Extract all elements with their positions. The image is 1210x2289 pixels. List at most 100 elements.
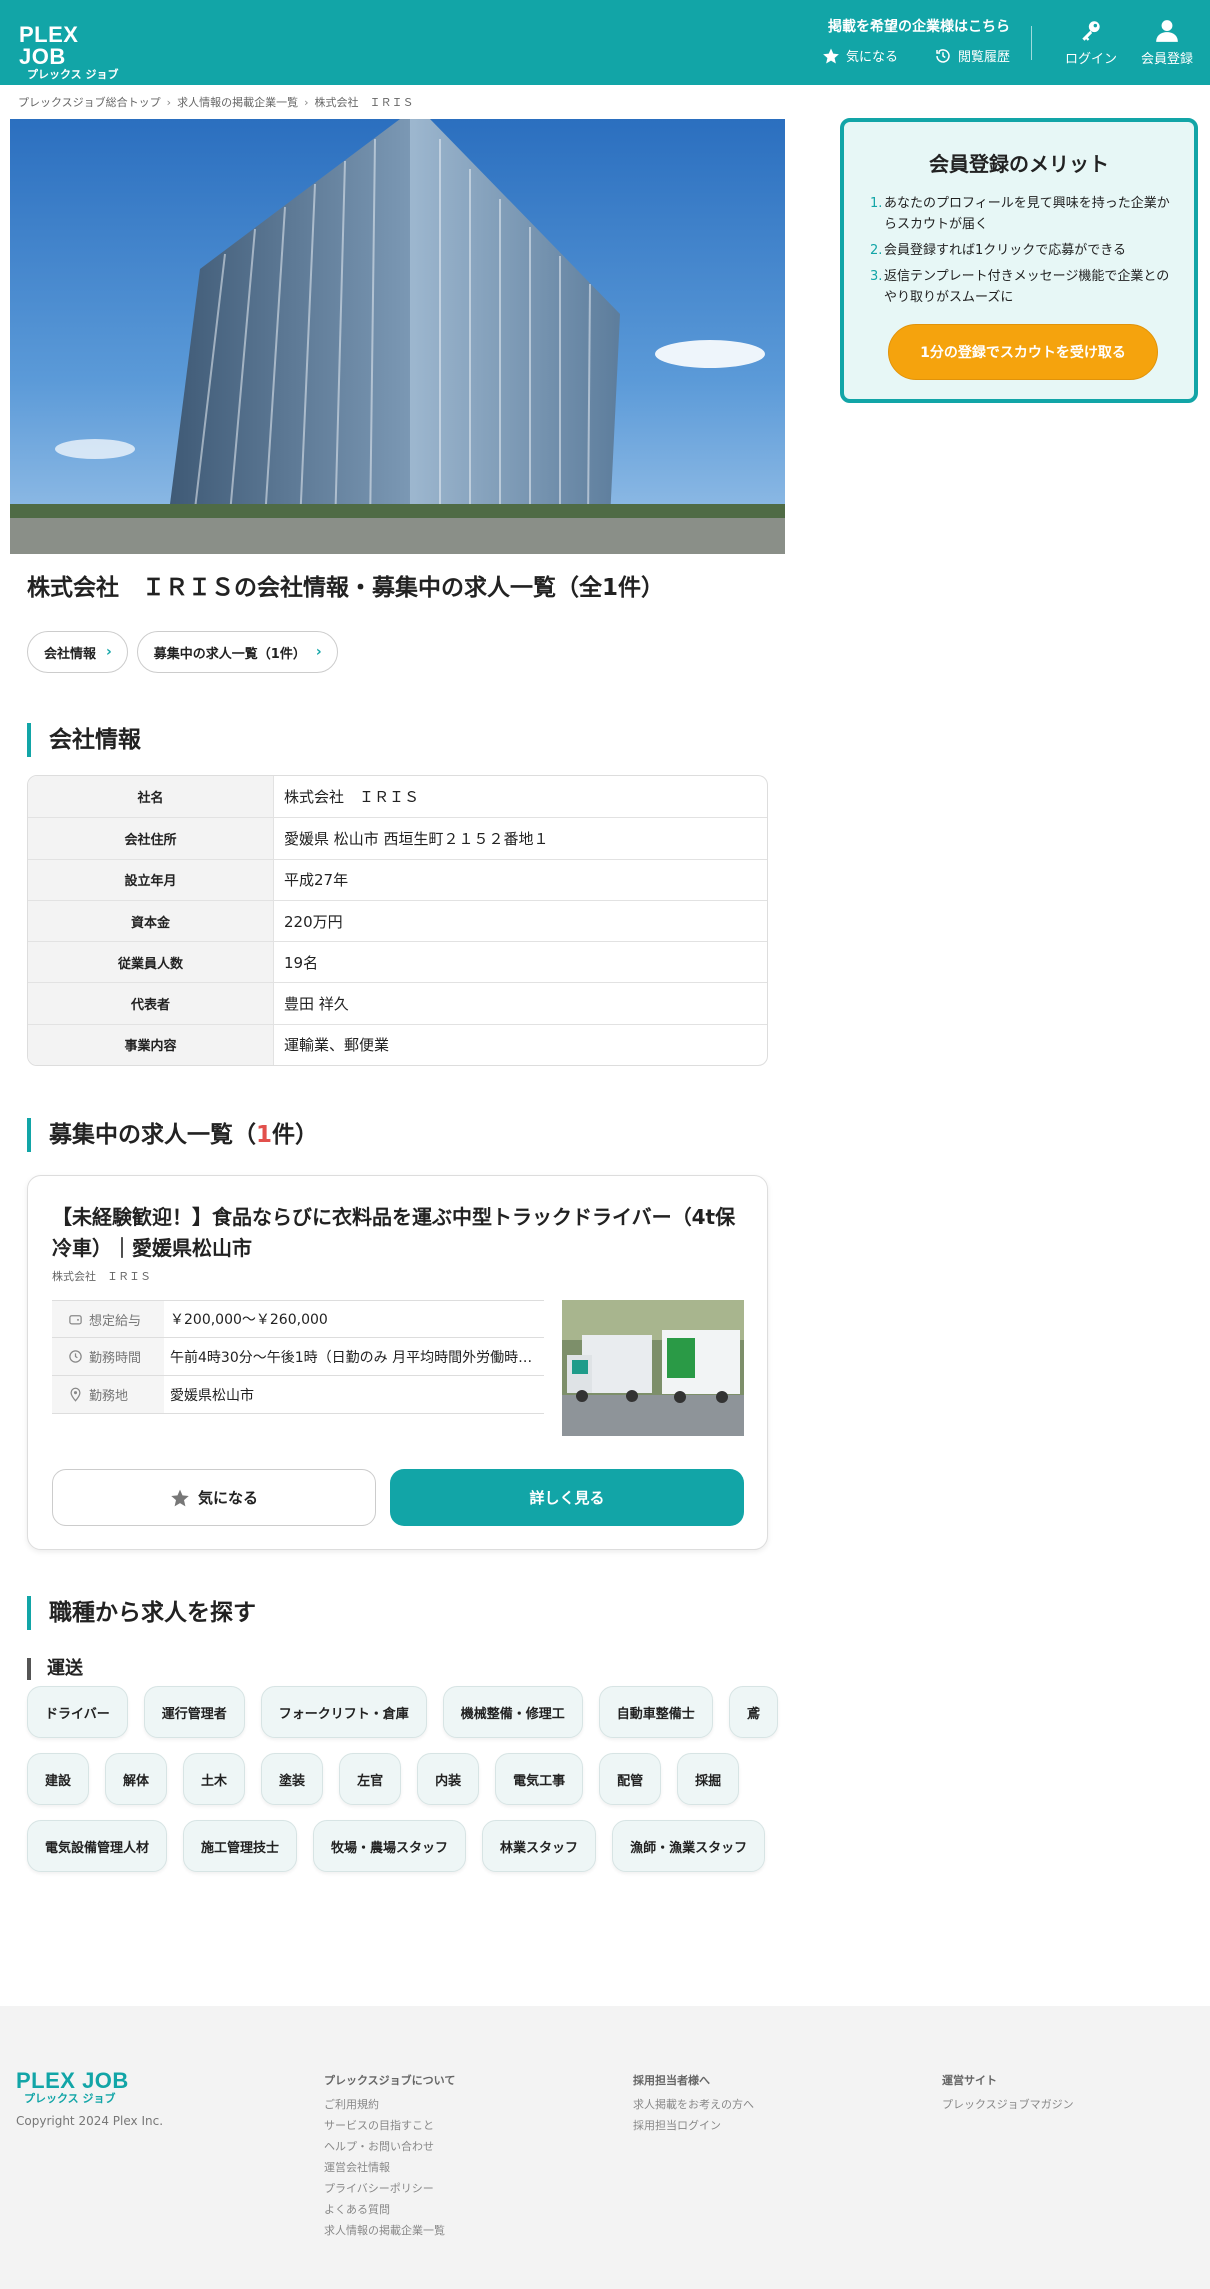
category-chip[interactable]: ドライバー [27, 1686, 128, 1738]
category-chip[interactable]: 鳶 [728, 1686, 778, 1738]
benefits-title: 会員登録のメリット [929, 152, 1109, 176]
item-number: 2. [870, 243, 883, 258]
breadcrumb: プレックスジョブ総合トップ › 求人情報の掲載企業一覧 › 株式会社 ＩＲＩＳ [18, 94, 413, 110]
footer-logo-text: PLEX JOB [16, 2068, 129, 2093]
favorite-button[interactable]: 気になる [52, 1469, 376, 1526]
header-favorites-link[interactable]: 気になる [822, 46, 898, 65]
company-info-heading: 会社情報 [27, 723, 141, 757]
chevron-right-icon: › [106, 644, 112, 660]
category-chip[interactable]: 内装 [417, 1753, 480, 1805]
breadcrumb-item-current: 株式会社 ＩＲＩＳ [314, 96, 414, 109]
footer-logo[interactable]: PLEX JOB プレックス ジョブ [16, 2068, 129, 2106]
header-divider [1031, 26, 1032, 60]
job-list-heading: 募集中の求人一覧（1件） [27, 1118, 318, 1152]
category-chip[interactable]: 自動車整備士 [598, 1686, 713, 1738]
header-history-link[interactable]: 閲覧履歴 [934, 46, 1010, 65]
job-location-row: 勤務地 愛媛県松山市 [52, 1376, 544, 1414]
category-chip[interactable]: 林業スタッフ [482, 1820, 597, 1872]
site-footer: PLEX JOB プレックス ジョブ Copyright 2024 Plex I… [0, 2006, 1210, 2289]
list-item: 3. 返信テンプレート付きメッセージ機能で企業とのやり取りがスムーズに [870, 266, 1172, 308]
row-key: 設立年月 [28, 859, 274, 900]
item-number: 3. [870, 269, 883, 284]
category-chip[interactable]: 解体 [105, 1753, 168, 1805]
item-text: 返信テンプレート付きメッセージ機能で企業とのやり取りがスムーズに [884, 269, 1170, 305]
table-row: 社名 株式会社 ＩＲＩＳ [28, 776, 767, 818]
footer-link[interactable]: 運営会社情報 [324, 2161, 390, 2174]
job-thumbnail [562, 1300, 744, 1436]
category-chip[interactable]: 建設 [27, 1753, 90, 1805]
category-chip[interactable]: 牧場・農場スタッフ [313, 1820, 467, 1872]
category-chip[interactable]: 配管 [599, 1753, 662, 1805]
salary-value: ￥200,000〜￥260,000 [170, 1312, 328, 1328]
job-card: 【未経験歓迎！】食品ならびに衣料品を運ぶ中型トラックドライバー（4t保冷車）｜愛… [27, 1175, 768, 1550]
location-label-cell: 勤務地 [52, 1376, 164, 1413]
login-button[interactable]: ログイン [1056, 18, 1126, 67]
footer-link[interactable]: サービスの目指すこと [324, 2119, 434, 2132]
row-value: 19名 [284, 953, 319, 972]
nav-company-info-label: 会社情報 [44, 646, 97, 662]
job-title-link[interactable]: 【未経験歓迎！】食品ならびに衣料品を運ぶ中型トラックドライバー（4t保冷車）｜愛… [52, 1202, 752, 1264]
signup-benefits-panel: 会員登録のメリット 1. あなたのプロフィールを見て興味を持った企業からスカウトが… [840, 118, 1198, 403]
row-key: 会社住所 [28, 818, 274, 859]
job-salary-row: 想定給与 ￥200,000〜￥260,000 [52, 1300, 544, 1338]
nav-job-list-label: 募集中の求人一覧（1件） [153, 646, 306, 662]
row-value: 平成27年 [284, 871, 349, 890]
wallet-icon [69, 1314, 82, 1324]
hours-label-cell: 勤務時間 [52, 1338, 164, 1375]
chevron-right-icon: › [166, 95, 172, 109]
register-label: 会員登録 [1140, 52, 1193, 67]
category-chip[interactable]: 電気設備管理人材 [27, 1820, 168, 1872]
row-value: 株式会社 ＩＲＩＳ [284, 788, 420, 807]
category-chip[interactable]: 電気工事 [495, 1753, 584, 1805]
footer-link[interactable]: ご利用規約 [324, 2098, 379, 2111]
location-value: 愛媛県松山市 [170, 1387, 254, 1404]
footer-col-heading: プレックスジョブについて [324, 2074, 456, 2087]
register-button[interactable]: 会員登録 [1132, 18, 1202, 67]
logo-subtext: プレックス ジョブ [27, 68, 119, 81]
footer-link[interactable]: よくある質問 [324, 2203, 390, 2216]
site-logo[interactable]: PLEX JOB プレックス ジョブ [19, 24, 129, 82]
nav-company-info[interactable]: 会社情報 › [27, 631, 128, 673]
footer-link[interactable]: プライバシーポリシー [324, 2182, 434, 2195]
footer-link[interactable]: ヘルプ・お問い合わせ [324, 2140, 434, 2153]
category-chip[interactable]: 左官 [339, 1753, 402, 1805]
item-number: 1. [870, 196, 883, 211]
footer-link[interactable]: 求人掲載をお考えの方へ [633, 2098, 754, 2111]
row-key: 従業員人数 [28, 942, 274, 983]
list-item: 2. 会員登録すれば1クリックで応募ができる [870, 240, 1172, 261]
category-chip[interactable]: 採掘 [677, 1753, 740, 1805]
login-label: ログイン [1064, 52, 1117, 67]
nav-job-list[interactable]: 募集中の求人一覧（1件） › [136, 631, 338, 673]
footer-link[interactable]: プレックスジョブマガジン [942, 2098, 1074, 2111]
row-key: 事業内容 [28, 1024, 274, 1066]
item-text: あなたのプロフィールを見て興味を持った企業からスカウトが届く [884, 196, 1170, 232]
job-hours-row: 勤務時間 午前4時30分〜午後1時（日勤のみ 月平均時間外労働時間... [52, 1338, 544, 1376]
category-chip[interactable]: 機械整備・修理工 [442, 1686, 583, 1738]
category-chip[interactable]: 漁師・漁業スタッフ [612, 1820, 766, 1872]
location-pin-icon [70, 1387, 81, 1402]
breadcrumb-item-top[interactable]: プレックスジョブ総合トップ [18, 94, 161, 110]
company-hero-image [10, 119, 785, 554]
view-details-button[interactable]: 詳しく見る [390, 1469, 744, 1526]
employer-notice-link[interactable]: 掲載を希望の企業様はこちら [828, 16, 1010, 36]
signup-scout-button[interactable]: 1分の登録でスカウトを受け取る [888, 324, 1158, 380]
category-chip[interactable]: 土木 [183, 1753, 246, 1805]
breadcrumb-item-companies[interactable]: 求人情報の掲載企業一覧 [177, 94, 298, 110]
category-chip[interactable]: 施工管理技士 [183, 1820, 298, 1872]
footer-col-heading: 採用担当者様へ [633, 2074, 710, 2087]
row-key: 代表者 [28, 983, 274, 1024]
category-chip[interactable]: 運行管理者 [143, 1686, 245, 1738]
footer-col-about: プレックスジョブについて ご利用規約 サービスの目指すこと ヘルプ・お問い合わせ… [324, 2072, 455, 2245]
table-row: 事業内容 運輸業、郵便業 [28, 1023, 767, 1066]
category-chip[interactable]: フォークリフト・倉庫 [260, 1686, 427, 1738]
favorites-label: 気になる [845, 50, 898, 65]
table-row: 設立年月 平成27年 [28, 858, 767, 900]
job-category-heading: 職種から求人を探す [27, 1596, 256, 1630]
history-label: 閲覧履歴 [957, 50, 1010, 65]
table-row: 代表者 豊田 祥久 [28, 982, 767, 1024]
footer-link[interactable]: 採用担当ログイン [633, 2119, 721, 2132]
chevron-right-icon: › [304, 95, 309, 109]
list-item: 1. あなたのプロフィールを見て興味を持った企業からスカウトが届く [870, 193, 1172, 235]
footer-link[interactable]: 求人情報の掲載企業一覧 [324, 2224, 445, 2237]
category-chip[interactable]: 塗装 [261, 1753, 324, 1805]
